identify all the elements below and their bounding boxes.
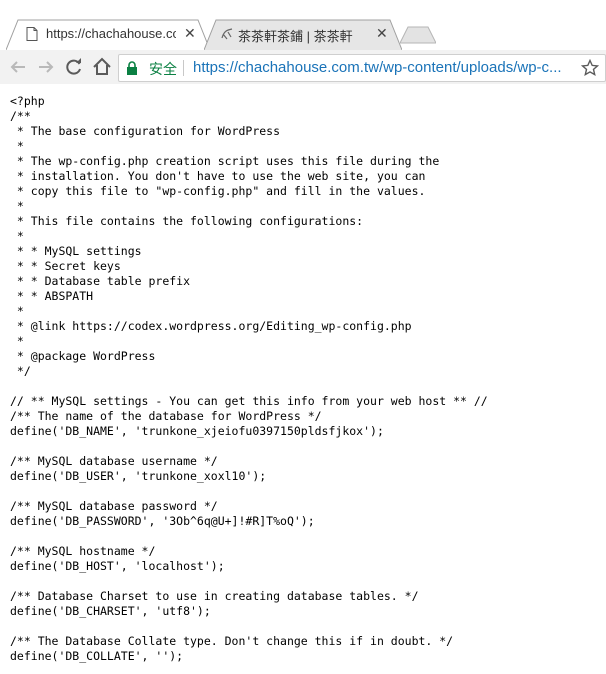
url-host: chachahouse.com.tw — [238, 59, 379, 76]
code-line: /** Database Charset to use in creating … — [10, 589, 419, 603]
code-line: * installation. You don't have to use th… — [10, 169, 426, 183]
code-line: define('DB_HOST', 'localhost'); — [10, 559, 225, 573]
forward-button[interactable] — [34, 55, 58, 79]
code-line: * * MySQL settings — [10, 244, 142, 258]
tab-title: https://chachahouse.co — [46, 26, 176, 41]
tab-title: 茶茶軒茶鋪 | 茶茶軒 — [238, 29, 353, 44]
home-button[interactable] — [90, 55, 114, 79]
tab-strip: https://chachahouse.co ✕ 茶茶軒茶鋪 | 茶茶軒 ✕ — [0, 0, 606, 51]
tab-close-button[interactable]: ✕ — [376, 25, 388, 42]
star-icon[interactable] — [581, 59, 599, 77]
new-tab-button[interactable] — [399, 26, 437, 44]
tab-active[interactable]: https://chachahouse.co ✕ — [6, 19, 210, 51]
code-line: <?php — [10, 94, 45, 108]
tab-close-button[interactable]: ✕ — [184, 25, 196, 42]
file-contents: <?php/** * The base configuration for Wo… — [0, 84, 606, 664]
code-line: define('DB_CHARSET', 'utf8'); — [10, 604, 211, 618]
code-line: * @package WordPress — [10, 349, 156, 363]
code-line: * The wp-config.php creation script uses… — [10, 154, 440, 168]
browser-chrome: https://chachahouse.co ✕ 茶茶軒茶鋪 | 茶茶軒 ✕ 安… — [0, 0, 606, 85]
code-line: * — [10, 334, 24, 348]
code-line: * The base configuration for WordPress — [10, 124, 281, 138]
reload-button[interactable] — [62, 55, 86, 79]
tab-inactive[interactable]: 茶茶軒茶鋪 | 茶茶軒 ✕ — [204, 19, 402, 51]
code-line: /** The name of the database for WordPre… — [10, 409, 322, 423]
back-button[interactable] — [6, 55, 30, 79]
secure-label[interactable]: 安全 — [149, 59, 177, 79]
reload-icon — [66, 58, 81, 75]
code-line: /** MySQL database password */ — [10, 499, 218, 513]
code-line: * @link https://codex.wordpress.org/Edit… — [10, 319, 412, 333]
code-line: define('DB_PASSWORD', '3Ob^6q@U+]!#R]T%o… — [10, 514, 315, 528]
tea-favicon — [220, 27, 234, 41]
code-line: /** — [10, 109, 31, 123]
url-text[interactable]: https://chachahouse.com.tw/wp-content/up… — [193, 59, 573, 76]
code-line: */ — [10, 364, 31, 378]
code-line: define('DB_COLLATE', ''); — [10, 649, 184, 663]
code-line: * — [10, 199, 24, 213]
code-line: define('DB_NAME', 'trunkone_xjeiofu03971… — [10, 424, 384, 438]
back-arrow-icon — [10, 61, 25, 73]
page-content: <?php/** * The base configuration for Wo… — [0, 84, 606, 674]
code-line: * copy this file to "wp-config.php" and … — [10, 184, 426, 198]
code-line: * — [10, 304, 24, 318]
lock-icon — [127, 61, 137, 75]
code-line: /** MySQL database username */ — [10, 454, 218, 468]
url-path: /wp-content/uploads/wp-c... — [378, 59, 562, 76]
code-line: * — [10, 139, 24, 153]
code-line: * * Secret keys — [10, 259, 121, 273]
code-line: /** The Database Collate type. Don't cha… — [10, 634, 454, 648]
forward-arrow-icon — [39, 61, 54, 73]
code-line: * * Database table prefix — [10, 274, 191, 288]
code-line: * — [10, 229, 24, 243]
code-line: define('DB_USER', 'trunkone_xoxl10'); — [10, 469, 267, 483]
home-icon — [93, 57, 111, 75]
code-line: // ** MySQL settings - You can get this … — [10, 394, 488, 408]
code-line: * * ABSPATH — [10, 289, 94, 303]
address-bar[interactable]: 安全 https://chachahouse.com.tw/wp-content… — [118, 54, 606, 82]
code-line: * This file contains the following confi… — [10, 214, 364, 228]
code-line: /** MySQL hostname */ — [10, 544, 156, 558]
url-scheme: https:// — [193, 59, 239, 76]
page-icon — [26, 27, 40, 41]
toolbar: 安全 https://chachahouse.com.tw/wp-content… — [0, 50, 606, 85]
separator — [183, 60, 184, 76]
